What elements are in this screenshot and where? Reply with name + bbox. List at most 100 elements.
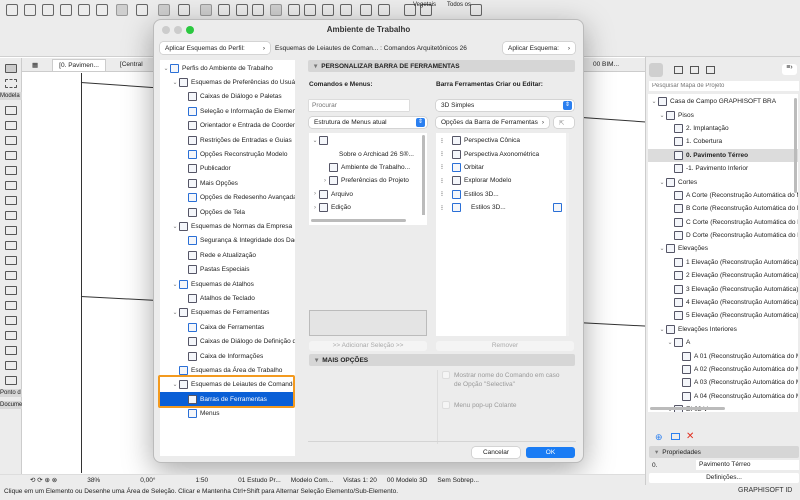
settings-tree-item[interactable]: Rede e Atualização [160,248,295,262]
toolbox-tool-icon[interactable] [4,226,17,235]
drag-handle-icon[interactable]: ⁝ [438,190,446,198]
project-tree-item[interactable]: ⌄ Elevações Interiores [648,323,798,336]
settings-tree-item[interactable]: Menus [160,406,295,420]
settings-tree-item[interactable]: Publicador [160,162,295,176]
zoom-value[interactable]: 38% [87,477,100,484]
toolbar-tool-icon[interactable] [42,4,54,16]
model-view-option[interactable]: Modelo Com... [291,477,333,484]
command-item[interactable]: ⌄ [309,134,427,147]
toolbox-tool-icon[interactable] [4,256,17,265]
project-tree-item[interactable]: ⌄ Elevações [648,242,798,255]
add-selection-button[interactable]: >> Adicionar Seleção >> [309,341,427,351]
marquee-tool-icon[interactable] [4,79,17,88]
project-tree-item[interactable]: 3 Elevação (Reconstrução Automática) [648,282,798,295]
toolbox-tool-icon[interactable] [4,361,17,370]
publisher-icon[interactable] [706,66,715,74]
toolbox-tool-icon[interactable] [4,106,17,115]
tab-floor-plan[interactable]: [0. Pavimen... [52,58,106,71]
export-toolbar-button[interactable]: ⇱ [554,117,574,128]
toolbox-tool-icon[interactable] [4,376,17,385]
settings-tree-item[interactable]: Seleção e Informação de Elementos [160,104,295,118]
settings-tree-item[interactable]: Caixas de Diálogo de Definição de Ferram… [160,334,295,348]
toolbar-tool-icon[interactable] [360,4,372,16]
toolbox-section-document[interactable]: Docume [0,401,22,409]
chevron-down-icon[interactable]: ⌄ [162,65,170,72]
chevron-down-icon[interactable]: ⌄ [171,281,179,288]
settings-tree-item[interactable]: Caixa de Informações [160,349,295,363]
toolbar-item[interactable]: ⁝ Perspectiva Axonométrica [436,147,566,160]
project-tree-item[interactable]: A 03 (Reconstrução Automática do Modelo) [648,376,798,389]
project-tree-item[interactable]: A 02 (Reconstrução Automática do Modelo) [648,363,798,376]
tab-central[interactable]: [Central [114,59,149,70]
vertical-scrollbar[interactable] [794,98,797,193]
ok-button[interactable]: OK [526,447,575,458]
settings-tree-item[interactable]: Caixa de Ferramentas [160,320,295,334]
drag-handle-icon[interactable]: ⁝ [438,204,446,212]
toolbar-tool-icon[interactable] [218,4,230,16]
settings-tree-item[interactable]: Opções de Tela [160,205,295,219]
toolbar-item[interactable]: ⁝ Explorar Modelo [436,174,566,187]
project-tree-item[interactable]: 4 Elevação (Reconstrução Automática) [648,296,798,309]
project-tree-item[interactable]: -1. Pavimento Inferior [648,162,798,175]
undo-zoom-icon[interactable]: ⟲ ⟳ ⊕ ⊗ [30,476,57,484]
apply-profile-button[interactable]: Aplicar Esquemas do Perfil: › [160,42,270,54]
toolbar-tool-icon[interactable] [116,4,128,16]
customize-toolbar-header[interactable]: ▾ PERSONALIZAR BARRA DE FERRAMENTAS [308,60,575,72]
settings-tree-item[interactable]: ⌄ Esquemas de Atalhos [160,277,295,291]
navigator-menu-button[interactable]: ≡› [782,64,797,75]
settings-tree-item[interactable]: Mais Opções [160,176,295,190]
toolbar-select[interactable]: 3D Simples ⇕ [436,100,574,111]
vertical-scrollbar[interactable] [422,135,425,215]
command-item[interactable]: Sobre o Archicad 26 S®... [309,147,427,160]
toolbar-tool-icon[interactable] [158,4,170,16]
toolbox-tool-icon[interactable] [4,271,17,280]
toolbar-tool-icon[interactable] [136,4,148,16]
graphisoft-id[interactable]: GRAPHISOFT ID [738,487,792,494]
toolbox-tool-icon[interactable] [4,241,17,250]
chevron-down-icon[interactable]: ⌄ [171,223,179,230]
project-tree-item[interactable]: 2. Implantação [648,122,798,135]
toolbox-tool-icon[interactable] [4,286,17,295]
toolbar-tool-icon[interactable] [24,4,36,16]
toolbar-tool-icon[interactable] [200,4,212,16]
settings-tree-item[interactable]: Pastas Especiais [160,262,295,276]
toolbox-tool-icon[interactable] [4,181,17,190]
project-tree-item[interactable]: ⌄ Cortes [648,175,798,188]
toolbar-item[interactable]: ⁝ Orbitar [436,161,566,174]
chevron-down-icon[interactable]: ⌄ [171,79,179,86]
horizontal-scrollbar[interactable] [650,407,725,410]
chevron-down-icon[interactable]: ⌄ [658,179,666,186]
clone-view-icon[interactable] [671,433,680,440]
command-item[interactable]: › Edição [309,201,427,214]
project-tree-item[interactable]: ⌄ A [648,336,798,349]
toolbox-tool-icon[interactable] [4,331,17,340]
pen-set[interactable]: Vistas 1: 20 [343,477,377,484]
remove-button[interactable]: Remover [436,341,574,351]
toolbar-tool-icon[interactable] [288,4,300,16]
drag-handle-icon[interactable]: ⁝ [438,150,446,158]
drag-handle-icon[interactable]: ⁝ [438,163,446,171]
menu-structure-select[interactable]: Estrutura de Menus atual ⇕ [309,117,427,128]
project-tree-item[interactable]: ⌄ Pisos [648,108,798,121]
add-view-icon[interactable]: ⊕ [655,432,663,443]
project-tree-item[interactable]: 2 Elevação (Reconstrução Automática) [648,269,798,282]
toolbar-tool-icon[interactable] [322,4,334,16]
settings-tree-item[interactable]: Caixas de Diálogo e Paletas [160,90,295,104]
settings-tree-item[interactable]: ⌄ Esquemas de Ferramentas [160,306,295,320]
project-tree-item[interactable]: A 04 (Reconstrução Automática do Modelo) [648,390,798,403]
toolbox-tool-icon[interactable] [4,196,17,205]
chevron-down-icon[interactable]: ⌄ [650,98,658,105]
project-map-search[interactable] [649,81,799,91]
settings-tree-item[interactable]: ⌄ Esquemas de Preferências do Usuário [160,75,295,89]
show-command-name-checkbox[interactable]: Mostrar nome do Comando em caso de Opção… [442,371,567,389]
chevron-down-icon[interactable]: ⌄ [658,326,666,333]
chevron-down-icon[interactable]: ⌄ [658,112,666,119]
partial-structure[interactable]: 00 Modelo 3D [387,477,427,484]
delete-icon[interactable]: ✕ [686,431,694,442]
chevron-down-icon[interactable]: ⌄ [311,137,319,144]
toolbar-tool-icon[interactable] [78,4,90,16]
toolbox-tool-icon[interactable] [4,346,17,355]
toolbox-tool-icon[interactable] [4,211,17,220]
chevron-down-icon[interactable]: ⌄ [171,381,179,388]
command-item[interactable]: › Arquivo [309,188,427,201]
